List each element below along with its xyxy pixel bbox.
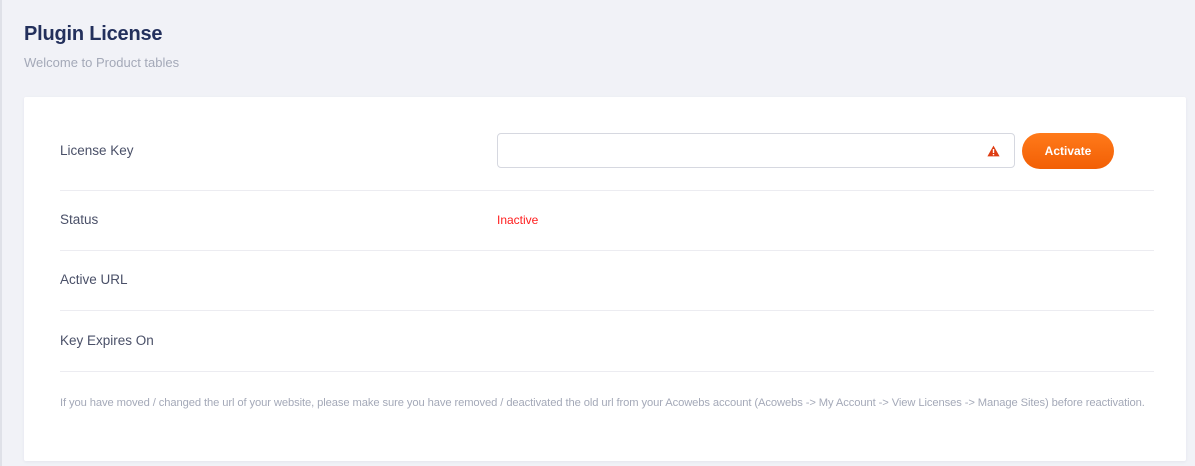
status-row: Status Inactive [60,191,1154,251]
key-expires-row: Key Expires On [60,311,1154,372]
license-key-label: License Key [60,143,134,158]
license-key-field[interactable] [497,133,1015,168]
status-value: Inactive [497,213,539,227]
active-url-label: Active URL [60,272,128,287]
page-subtitle: Welcome to Product tables [24,55,180,70]
license-key-input[interactable] [498,134,968,167]
activate-button[interactable]: Activate [1022,133,1114,169]
license-card: License Key Activate Status Inactive Act… [24,97,1186,461]
status-label: Status [60,212,99,227]
key-expires-label: Key Expires On [60,333,154,348]
page-title: Plugin License [24,23,163,45]
page-header: Plugin License Welcome to Product tables [24,22,179,71]
warning-triangle-icon [987,145,1000,157]
license-key-row: License Key Activate [60,121,1154,191]
reactivation-note: If you have moved / changed the url of y… [60,397,1145,409]
active-url-row: Active URL [60,251,1154,311]
page-left-edge [0,0,2,466]
